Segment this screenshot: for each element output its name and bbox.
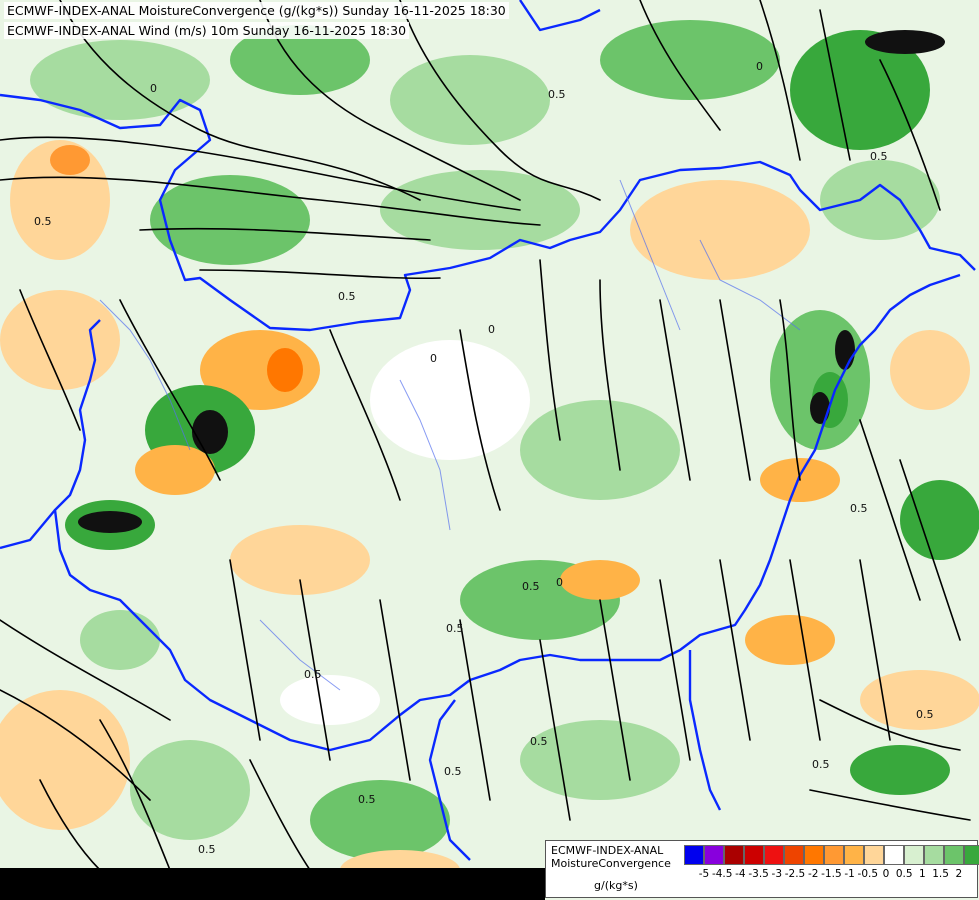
contour-label: 0 (488, 323, 495, 336)
contour-label: 0.5 (812, 758, 830, 771)
contour-label: 0.5 (444, 765, 462, 778)
legend-swatch (884, 845, 904, 865)
legend-swatch (744, 845, 764, 865)
contour-label: 0.5 (870, 150, 888, 163)
map-title-wind: ECMWF-INDEX-ANAL Wind (m/s) 10m Sunday 1… (4, 22, 410, 39)
legend-tick: 1.5 (932, 868, 949, 880)
contour-label: 0.5 (198, 843, 216, 856)
legend-title: ECMWF-INDEX-ANAL MoistureConvergence (551, 844, 671, 870)
legend-swatch (904, 845, 924, 865)
legend-swatch (924, 845, 944, 865)
contour-label: 0.5 (304, 668, 322, 681)
contour-label: 0.5 (916, 708, 934, 721)
legend-tick: -3.5 (748, 868, 769, 880)
legend-tick: -2.5 (784, 868, 806, 880)
contour-label: 0.5 (548, 88, 566, 101)
color-legend: ECMWF-INDEX-ANAL MoistureConvergence g/(… (545, 840, 979, 898)
legend-tick: -2 (807, 868, 819, 880)
legend-swatch (824, 845, 844, 865)
legend-swatch (964, 845, 979, 865)
legend-swatch (944, 845, 964, 865)
convergence-field (0, 0, 979, 900)
contour-label: 0 (430, 352, 437, 365)
legend-swatches (684, 845, 979, 865)
contour-label: 0.5 (34, 215, 52, 228)
legend-tick: 0 (882, 868, 890, 880)
contour-label: 0.5 (850, 502, 868, 515)
legend-tick: -3 (771, 868, 783, 880)
legend-tick: -4.5 (711, 868, 733, 880)
legend-tick: 2 (955, 868, 963, 880)
bottom-bar (0, 868, 545, 900)
contour-label: 0.5 (446, 622, 464, 635)
legend-swatch (724, 845, 744, 865)
legend-tick: -4 (735, 868, 746, 880)
legend-tick: 1 (919, 868, 926, 880)
map-view[interactable]: 0 0.5 0 0.5 0.5 0 0.5 0.5 0 0.5 0.5 0.5 … (0, 0, 979, 900)
contour-label: 0 (756, 60, 763, 73)
legend-swatch (704, 845, 724, 865)
contour-label: 0.5 (530, 735, 548, 748)
map-canvas: 0 0.5 0 0.5 0.5 0 0.5 0.5 0 0.5 0.5 0.5 … (0, 0, 979, 900)
legend-tick: 0.5 (895, 868, 913, 880)
legend-tick: -1.5 (821, 868, 842, 880)
map-title-moisture: ECMWF-INDEX-ANAL MoistureConvergence (g/… (4, 2, 509, 19)
contour-label: 0 (150, 82, 157, 95)
contour-label: 0.5 (358, 793, 376, 806)
contour-label: 0.5 (338, 290, 356, 303)
legend-tick: -0.5 (857, 868, 879, 880)
legend-swatch (764, 845, 784, 865)
legend-swatch (784, 845, 804, 865)
legend-swatch (804, 845, 824, 865)
legend-swatch (684, 845, 704, 865)
contour-label: 0.5 (522, 580, 540, 593)
legend-ticks: -5 -4.5 -4 -3.5 -3 -2.5 -2 -1.5 -1 -0.5 0 0.5 1 1.5 2 (684, 868, 976, 884)
legend-swatch (864, 845, 884, 865)
legend-unit: g/(kg*s) (594, 879, 638, 892)
legend-tick: -5 (698, 868, 710, 880)
legend-tick: -1 (844, 868, 855, 880)
contour-label: 0 (556, 576, 563, 589)
legend-swatch (844, 845, 864, 865)
